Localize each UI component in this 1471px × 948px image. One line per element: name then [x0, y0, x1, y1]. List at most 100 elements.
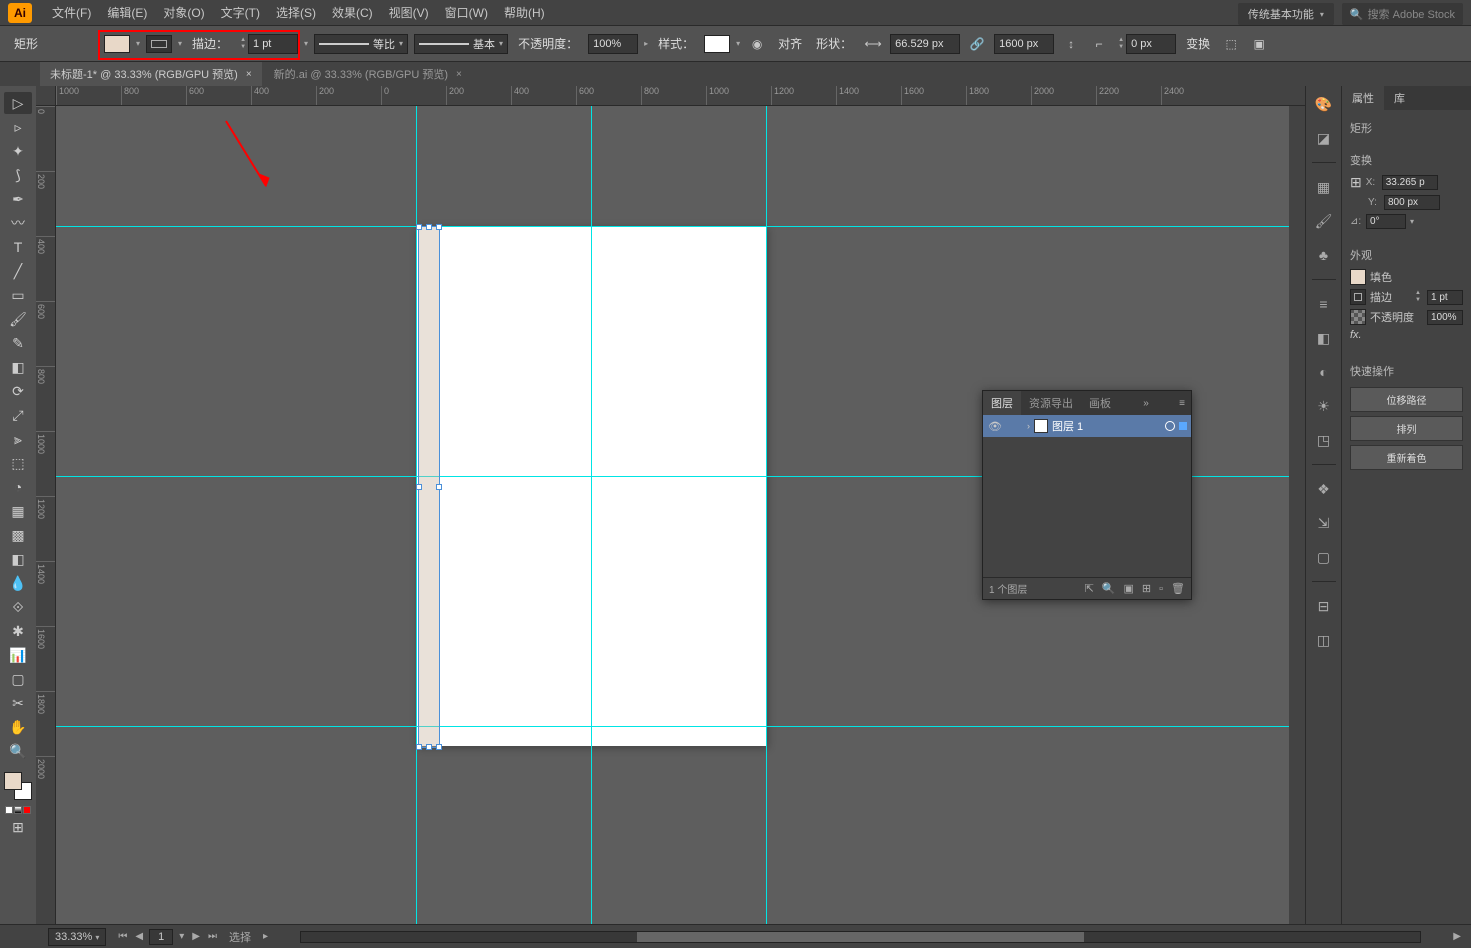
- appearance-panel-icon[interactable]: ☀: [1312, 394, 1336, 418]
- document-tab-active[interactable]: 未标题-1* @ 33.33% (RGB/GPU 预览) ×: [40, 62, 262, 86]
- symbol-sprayer-tool-icon[interactable]: ✱: [4, 620, 32, 642]
- recolor-icon[interactable]: ◉: [746, 34, 768, 54]
- chevron-down-icon[interactable]: ▾: [304, 39, 308, 48]
- artboards-panel-icon[interactable]: ▢: [1312, 545, 1336, 569]
- rectangle-tool-icon[interactable]: ▭: [4, 284, 32, 306]
- pathfinder-panel-icon[interactable]: ◫: [1312, 628, 1336, 652]
- width-tool-icon[interactable]: ⫸: [4, 428, 32, 450]
- opacity-input[interactable]: [1427, 310, 1463, 325]
- color-guide-panel-icon[interactable]: ◪: [1312, 126, 1336, 150]
- layer-name-label[interactable]: 图层 1: [1052, 418, 1161, 434]
- fx-label[interactable]: fx.: [1350, 329, 1362, 341]
- perspective-tool-icon[interactable]: ▦: [4, 500, 32, 522]
- vertical-ruler[interactable]: 0200400600800100012001400160018002000: [36, 106, 56, 924]
- brush-select[interactable]: 基本 ▾: [414, 34, 508, 54]
- shape-builder-tool-icon[interactable]: ◔: [4, 476, 32, 498]
- guide-vertical[interactable]: [766, 106, 767, 924]
- opacity-input[interactable]: [588, 34, 638, 54]
- last-artboard-icon[interactable]: ⏭: [206, 931, 219, 942]
- align-label[interactable]: 对齐: [774, 35, 806, 52]
- eyedropper-tool-icon[interactable]: 💧: [4, 572, 32, 594]
- vertical-scrollbar[interactable]: [1289, 106, 1305, 924]
- transparency-panel-icon[interactable]: ◐: [1312, 360, 1336, 384]
- chevron-down-icon[interactable]: ▾: [178, 39, 182, 48]
- curvature-tool-icon[interactable]: 〰: [4, 212, 32, 234]
- shape-btn-label[interactable]: 形状：: [812, 35, 856, 52]
- layers-panel-icon[interactable]: ❖: [1312, 477, 1336, 501]
- stroke-weight-stepper[interactable]: ▲▼: [238, 34, 298, 54]
- artboard-number-input[interactable]: 1: [149, 929, 173, 945]
- expand-icon[interactable]: ›: [1027, 421, 1030, 431]
- link-icon[interactable]: 🔗: [966, 34, 988, 54]
- menu-help[interactable]: 帮助(H): [496, 0, 553, 25]
- menu-effect[interactable]: 效果(C): [324, 0, 381, 25]
- direct-selection-tool-icon[interactable]: ▹: [4, 116, 32, 138]
- symbols-panel-icon[interactable]: ♣: [1312, 243, 1336, 267]
- collapse-icon[interactable]: »: [1137, 398, 1155, 409]
- brushes-panel-icon[interactable]: 🖌: [1312, 209, 1336, 233]
- layer-row[interactable]: 👁 › 图层 1: [983, 415, 1191, 437]
- horizontal-ruler[interactable]: 1000800600400200020040060080010001200140…: [56, 86, 1305, 106]
- mesh-tool-icon[interactable]: ▩: [4, 524, 32, 546]
- guide-vertical[interactable]: [591, 106, 592, 924]
- new-sublayer-icon[interactable]: ⊞: [1142, 582, 1151, 595]
- arrange-button[interactable]: 排列: [1350, 416, 1463, 441]
- panel-menu-icon[interactable]: ≡: [1173, 398, 1191, 409]
- zoom-tool-icon[interactable]: 🔍: [4, 740, 32, 762]
- new-layer-icon[interactable]: ▫: [1159, 583, 1163, 595]
- delete-icon[interactable]: 🗑: [1171, 582, 1185, 595]
- align-to-icon[interactable]: ▣: [1248, 34, 1270, 54]
- screen-mode-icon[interactable]: ⊞: [4, 816, 32, 838]
- angle-input[interactable]: [1366, 214, 1406, 229]
- tab-properties[interactable]: 属性: [1342, 86, 1384, 110]
- free-transform-tool-icon[interactable]: ⬚: [4, 452, 32, 474]
- menu-type[interactable]: 文字(T): [213, 0, 268, 25]
- first-artboard-icon[interactable]: ⏮: [116, 931, 129, 942]
- rotate-tool-icon[interactable]: ⟳: [4, 380, 32, 402]
- guide-horizontal[interactable]: [56, 226, 1289, 227]
- magic-wand-tool-icon[interactable]: ✦: [4, 140, 32, 162]
- stroke-weight-input[interactable]: [1427, 290, 1463, 305]
- scale-tool-icon[interactable]: ⤢: [4, 404, 32, 426]
- gradient-panel-icon[interactable]: ◧: [1312, 326, 1336, 350]
- locate-icon[interactable]: ⇱: [1085, 582, 1094, 595]
- stroke-weight-input[interactable]: [248, 34, 298, 54]
- shaper-tool-icon[interactable]: ✎: [4, 332, 32, 354]
- tab-layers[interactable]: 图层: [983, 391, 1021, 415]
- selection-tool-icon[interactable]: ▷: [4, 92, 32, 114]
- blend-tool-icon[interactable]: ⟐: [4, 596, 32, 618]
- width-input[interactable]: [890, 34, 960, 54]
- menu-view[interactable]: 视图(V): [381, 0, 437, 25]
- fill-swatch[interactable]: [1350, 269, 1366, 285]
- tab-artboards[interactable]: 画板: [1081, 391, 1119, 415]
- artboard-tool-icon[interactable]: ▢: [4, 668, 32, 690]
- gradient-tool-icon[interactable]: ◧: [4, 548, 32, 570]
- scroll-right-icon[interactable]: ▶: [1451, 931, 1463, 942]
- color-swatches[interactable]: [4, 772, 32, 800]
- x-input[interactable]: [1382, 175, 1438, 190]
- search-stock-input[interactable]: 🔍 搜索 Adobe Stock: [1342, 3, 1463, 25]
- lasso-tool-icon[interactable]: ⟆: [4, 164, 32, 186]
- corner-input[interactable]: [1126, 34, 1176, 54]
- menu-object[interactable]: 对象(O): [155, 0, 212, 25]
- swatches-panel-icon[interactable]: ▦: [1312, 175, 1336, 199]
- selection-indicator[interactable]: [1179, 422, 1187, 430]
- stroke-swatch[interactable]: [146, 35, 172, 53]
- workspace-selector[interactable]: 传统基本功能 ▾: [1238, 3, 1334, 25]
- status-menu-icon[interactable]: ▸: [261, 931, 270, 942]
- tab-libraries[interactable]: 库: [1384, 86, 1415, 110]
- color-mode-icons[interactable]: [5, 806, 31, 814]
- zoom-level-select[interactable]: 33.33% ▾: [48, 928, 106, 946]
- target-icon[interactable]: [1165, 421, 1175, 431]
- height-input[interactable]: [994, 34, 1054, 54]
- paintbrush-tool-icon[interactable]: 🖌: [4, 308, 32, 330]
- menu-window[interactable]: 窗口(W): [437, 0, 496, 25]
- chevron-down-icon[interactable]: ▾: [136, 39, 140, 48]
- offset-path-button[interactable]: 位移路径: [1350, 387, 1463, 412]
- width-profile-select[interactable]: 等比 ▾: [314, 34, 408, 54]
- close-icon[interactable]: ×: [456, 69, 462, 80]
- eraser-tool-icon[interactable]: ◧: [4, 356, 32, 378]
- graphic-styles-panel-icon[interactable]: ◳: [1312, 428, 1336, 452]
- corner-stepper[interactable]: ▲▼: [1116, 34, 1176, 54]
- foreground-swatch[interactable]: [4, 772, 22, 790]
